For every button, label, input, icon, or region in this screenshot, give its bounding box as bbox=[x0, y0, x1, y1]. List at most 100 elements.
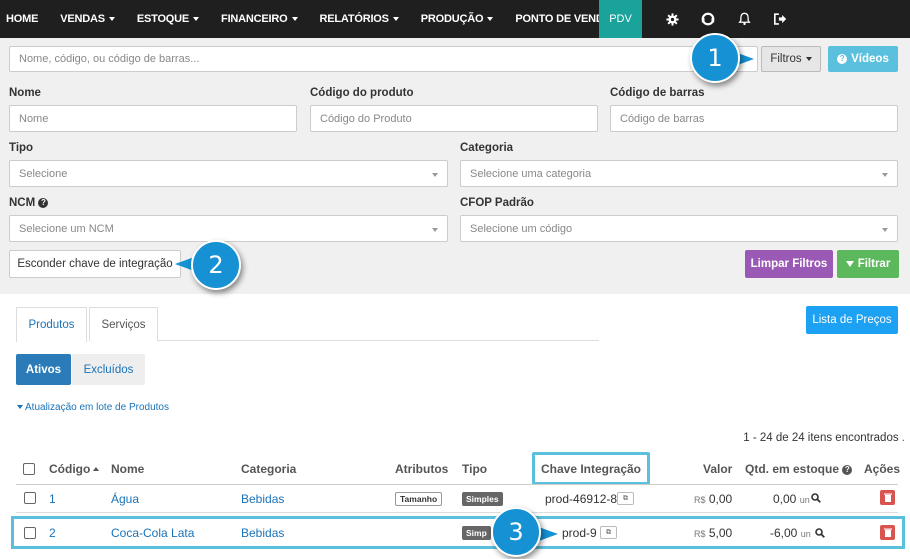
question-circle-icon[interactable]: ? bbox=[842, 465, 853, 475]
tipo-badge: Simples bbox=[462, 492, 503, 506]
tab-excluidos[interactable]: Excluídos bbox=[72, 354, 145, 385]
row-codigo[interactable]: 2 bbox=[49, 526, 56, 540]
callout-badge-3: 3 bbox=[491, 507, 541, 557]
select-all-checkbox[interactable] bbox=[23, 463, 35, 475]
nav-relatorios[interactable]: RELATÓRIOS bbox=[309, 0, 410, 38]
filtrar-button[interactable]: Filtrar bbox=[837, 250, 899, 278]
trash-icon[interactable] bbox=[880, 525, 895, 540]
bulk-update-link[interactable]: Atualização em lote de Produtos bbox=[17, 402, 169, 413]
row-divider bbox=[16, 512, 898, 513]
limpar-filtros-button[interactable]: Limpar Filtros bbox=[745, 250, 833, 278]
copy-icon[interactable]: ⧉ bbox=[600, 526, 617, 539]
question-circle-icon: ? bbox=[837, 54, 848, 64]
categoria-select[interactable]: Selecione uma categoria bbox=[460, 160, 898, 187]
row-checkbox[interactable] bbox=[24, 527, 36, 539]
search-input[interactable]: Nome, código, ou código de barras... bbox=[9, 46, 758, 72]
col-tipo[interactable]: Tipo bbox=[462, 462, 487, 476]
results-count-text: 1 - 24 de 24 itens encontrados bbox=[743, 432, 899, 444]
nav-estoque[interactable]: ESTOQUE bbox=[126, 0, 210, 38]
logout-icon[interactable] bbox=[766, 0, 794, 38]
row-chave: prod-9 bbox=[562, 526, 597, 540]
tab-servicos-label: Serviços bbox=[101, 318, 146, 331]
codigo-placeholder: Código do Produto bbox=[320, 112, 412, 125]
chevron-down-icon bbox=[487, 17, 494, 21]
nav-home[interactable]: HOME bbox=[0, 0, 49, 38]
filtros-button[interactable]: Filtros bbox=[761, 46, 821, 72]
nav-home-label: HOME bbox=[6, 13, 39, 25]
col-chave-integracao[interactable]: Chave Integração bbox=[532, 452, 650, 485]
filtros-label: Filtros bbox=[770, 53, 802, 65]
tab-ativos[interactable]: Ativos bbox=[16, 354, 71, 385]
cfop-select[interactable]: Selecione um código bbox=[460, 215, 898, 242]
chevron-down-icon bbox=[432, 173, 438, 177]
col-codigo[interactable]: Código bbox=[49, 462, 100, 476]
col-nome[interactable]: Nome bbox=[111, 462, 144, 476]
tab-excluidos-label: Excluídos bbox=[83, 363, 134, 376]
header-divider bbox=[16, 484, 898, 485]
row-checkbox[interactable] bbox=[24, 492, 36, 504]
row-nome[interactable]: Água bbox=[111, 492, 139, 506]
tipo-value: Selecione bbox=[19, 167, 68, 180]
ncm-label: NCM bbox=[9, 197, 36, 209]
row-nome[interactable]: Coca-Cola Lata bbox=[111, 526, 194, 540]
row-valor: R$ 5,00 bbox=[694, 526, 732, 540]
tabs-divider bbox=[158, 340, 599, 341]
nav-financeiro[interactable]: FINANCEIRO bbox=[210, 0, 308, 38]
callout-number-2: 2 bbox=[208, 251, 224, 279]
gear-icon[interactable] bbox=[658, 0, 686, 38]
row-categoria[interactable]: Bebidas bbox=[241, 526, 284, 540]
ncm-select[interactable]: Selecione um NCM bbox=[9, 215, 448, 242]
tipo-badge: Simp bbox=[462, 526, 491, 540]
col-valor[interactable]: Valor bbox=[703, 462, 732, 476]
col-atributos: Atributos bbox=[395, 462, 449, 476]
chevron-down-icon bbox=[882, 173, 888, 177]
nav-producao-label: PRODUÇÃO bbox=[420, 13, 484, 25]
row-codigo[interactable]: 1 bbox=[49, 492, 56, 506]
row-categoria[interactable]: Bebidas bbox=[241, 492, 284, 506]
trash-icon[interactable] bbox=[880, 490, 895, 505]
results-count-dot: . bbox=[901, 432, 905, 444]
col-qtd-label: Qtd. em estoque bbox=[745, 462, 840, 476]
barras-field[interactable]: Código de barras bbox=[610, 105, 898, 132]
nome-label: Nome bbox=[9, 87, 41, 99]
sort-up-icon bbox=[93, 467, 100, 471]
nav-estoque-label: ESTOQUE bbox=[136, 13, 190, 25]
nav-vendas[interactable]: VENDAS bbox=[49, 0, 126, 38]
filtrar-label: Filtrar bbox=[857, 258, 891, 270]
tab-produtos[interactable]: Produtos bbox=[16, 307, 87, 342]
row-unidade: un bbox=[799, 495, 810, 505]
nav-pdv-label: PDV bbox=[609, 13, 632, 25]
row-qtd: 0,00 un bbox=[773, 492, 810, 506]
row-moeda: R$ bbox=[694, 529, 706, 539]
bulk-update-label: Atualização em lote de Produtos bbox=[25, 402, 169, 413]
question-circle-icon[interactable]: ? bbox=[38, 198, 49, 208]
tab-ativos-label: Ativos bbox=[25, 363, 62, 376]
nome-placeholder: Nome bbox=[19, 112, 49, 125]
callout-badge-2: 2 bbox=[191, 240, 241, 290]
nav-pdv[interactable]: PDV bbox=[599, 0, 642, 38]
callout-badge-1: 1 bbox=[690, 33, 740, 83]
ncm-label-wrap: NCM ? bbox=[9, 197, 49, 209]
chevron-down-icon bbox=[108, 17, 115, 21]
nav-producao[interactable]: PRODUÇÃO bbox=[410, 0, 505, 38]
search-icon[interactable] bbox=[815, 527, 825, 541]
tab-produtos-label: Produtos bbox=[28, 319, 75, 331]
search-icon[interactable] bbox=[811, 492, 821, 506]
nome-field[interactable]: Nome bbox=[9, 105, 297, 132]
col-qtd[interactable]: Qtd. em estoque ? bbox=[745, 462, 853, 476]
copy-icon[interactable]: ⧉ bbox=[617, 492, 634, 505]
chevron-down-icon bbox=[392, 17, 399, 21]
row-moeda: R$ bbox=[694, 495, 706, 505]
bell-icon[interactable] bbox=[730, 0, 758, 38]
tipo-select[interactable]: Selecione bbox=[9, 160, 448, 187]
tab-servicos[interactable]: Serviços bbox=[89, 307, 158, 341]
videos-button[interactable]: ? Vídeos bbox=[828, 46, 898, 72]
cfop-label: CFOP Padrão bbox=[460, 197, 534, 209]
col-chave-label: Chave Integração bbox=[540, 461, 642, 476]
ncm-value: Selecione um NCM bbox=[19, 222, 114, 235]
row-unidade: un bbox=[800, 529, 811, 539]
lista-precos-button[interactable]: Lista de Preços bbox=[806, 306, 898, 334]
esconder-chave-button[interactable]: Esconder chave de integração bbox=[9, 250, 181, 278]
col-categoria[interactable]: Categoria bbox=[241, 462, 296, 476]
codigo-field[interactable]: Código do Produto bbox=[310, 105, 598, 132]
